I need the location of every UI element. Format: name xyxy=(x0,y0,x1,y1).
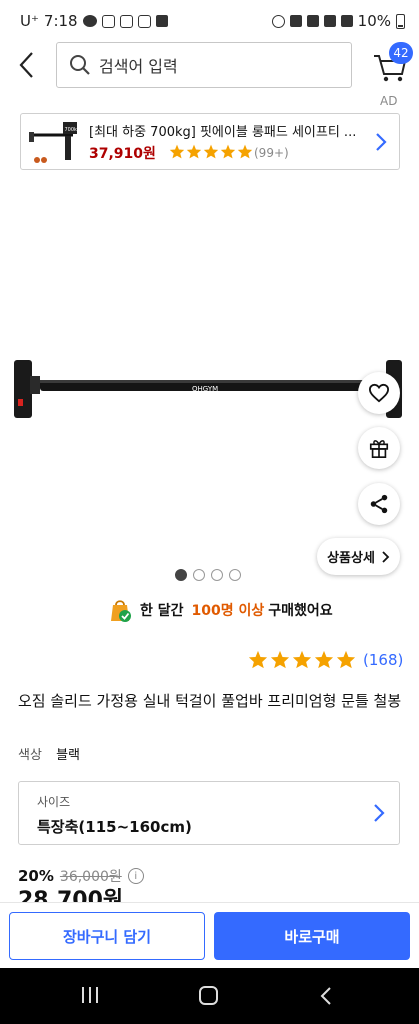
ad-price: 37,910원 xyxy=(89,146,156,162)
search-placeholder: 검색어 입력 xyxy=(99,57,178,76)
carousel-dot[interactable] xyxy=(211,569,223,581)
carousel-dot[interactable] xyxy=(193,569,205,581)
rating-count: (168) xyxy=(363,650,404,669)
star-icon xyxy=(220,144,236,159)
signal-5g-icon xyxy=(323,15,336,27)
product-photo-pullup-bar: OHGYM xyxy=(14,360,402,418)
battery-icon xyxy=(396,13,405,29)
gift-button[interactable] xyxy=(358,427,400,469)
gift-icon xyxy=(369,440,389,458)
star-icon xyxy=(270,650,290,669)
bottom-action-bar: 장바구니 담기 바로구매 xyxy=(0,902,419,968)
signal-strength-icon xyxy=(340,15,353,27)
system-navigation-bar xyxy=(0,968,419,1024)
ad-rating-stars xyxy=(169,144,253,159)
carousel-dots xyxy=(175,569,241,581)
color-label: 색상 xyxy=(18,748,42,763)
star-icon xyxy=(203,144,219,159)
purchase-highlight: 100명 이상 xyxy=(191,603,265,619)
talk-notification-icon xyxy=(82,15,97,27)
ad-label: AD xyxy=(380,94,398,108)
system-back-button[interactable] xyxy=(318,986,334,1006)
recent-apps-icon-bar xyxy=(96,987,98,1003)
star-icon xyxy=(336,650,356,669)
price-discount-row: 20% 36,000원 i xyxy=(18,866,144,886)
purchase-count-notice: 한 달간 100명 이상 구매했어요 xyxy=(108,597,333,623)
product-title: 오짐 솔리드 가정용 실내 턱걸이 풀업바 프리미엄형 문틀 철봉 xyxy=(18,692,402,710)
home-button[interactable] xyxy=(199,986,218,1005)
chevron-left-icon xyxy=(19,52,33,78)
heart-icon xyxy=(368,383,390,403)
product-detail-button[interactable]: 상품상세 xyxy=(317,538,400,575)
color-option: 색상 블랙 xyxy=(18,744,80,763)
purchase-prefix: 한 달간 xyxy=(140,603,184,619)
size-label: 사이즈 xyxy=(37,795,71,809)
discount-rate: 20% xyxy=(18,867,54,885)
ad-review-count: (99+) xyxy=(254,146,289,160)
back-button[interactable] xyxy=(14,48,42,82)
star-icon xyxy=(169,144,185,159)
product-image-carousel[interactable]: OHGYM xyxy=(0,180,419,585)
original-price: 36,000원 xyxy=(59,869,122,885)
recent-apps-button[interactable] xyxy=(82,987,98,1003)
star-icon xyxy=(248,650,268,669)
cart-count-badge: 42 xyxy=(389,42,413,64)
top-header: 검색어 입력 xyxy=(0,42,419,88)
clock: 7:18 xyxy=(43,12,78,30)
mute-icon xyxy=(306,15,319,27)
ad-thumb-weight-text: 700kg xyxy=(65,127,80,133)
product-brand-text: OHGYM xyxy=(192,385,218,393)
carousel-dot[interactable] xyxy=(229,569,241,581)
ad-product-thumbnail: 700kg xyxy=(29,122,80,163)
ad-banner[interactable]: 700kg [최대 하중 700kg] 핏에이블 롱패드 세이프티 ... 37… xyxy=(20,113,400,170)
star-icon xyxy=(237,144,253,159)
recent-apps-icon-bar xyxy=(82,987,84,1003)
product-rating[interactable]: (168) xyxy=(248,650,403,669)
search-icon xyxy=(70,55,90,75)
ad-title: [최대 하중 700kg] 핏에이블 롱패드 세이프티 ... xyxy=(89,125,357,140)
shopping-bag-check-icon xyxy=(111,600,131,622)
star-icon xyxy=(314,650,334,669)
color-value: 블랙 xyxy=(56,748,80,763)
share-icon xyxy=(370,494,388,514)
app-notification-icon xyxy=(155,15,168,27)
instagram-notification-icon-2 xyxy=(119,14,133,28)
chevron-right-icon xyxy=(382,550,390,563)
carrier-label: U⁺ xyxy=(20,12,39,30)
carousel-dot[interactable] xyxy=(175,569,187,581)
product-detail-label: 상품상세 xyxy=(327,551,375,566)
battery-percent: 10% xyxy=(357,12,391,30)
instagram-notification-icon xyxy=(101,14,115,28)
sale-price-container: 28,700원 xyxy=(18,888,123,902)
wishlist-button[interactable] xyxy=(358,372,400,414)
purchase-suffix: 구매했어요 xyxy=(268,603,333,619)
sale-price: 28,700원 xyxy=(18,888,124,902)
buy-now-button[interactable]: 바로구매 xyxy=(214,912,410,960)
recent-apps-icon-bar xyxy=(89,987,91,1003)
alarm-icon xyxy=(271,14,285,28)
size-select[interactable]: 사이즈 특장축(115~160cm) xyxy=(18,781,400,845)
size-value: 특장축(115~160cm) xyxy=(37,818,192,836)
search-input[interactable]: 검색어 입력 xyxy=(56,42,352,88)
bluetooth-icon xyxy=(289,15,302,27)
add-to-cart-button[interactable]: 장바구니 담기 xyxy=(9,912,205,960)
star-icon xyxy=(186,144,202,159)
instagram-notification-icon-3 xyxy=(137,14,151,28)
star-icon xyxy=(292,650,312,669)
chevron-right-icon xyxy=(376,133,387,151)
chevron-right-icon xyxy=(374,804,385,822)
share-button[interactable] xyxy=(358,483,400,525)
status-bar: U⁺ 7:18 10% xyxy=(0,0,419,42)
info-icon[interactable]: i xyxy=(127,868,144,884)
